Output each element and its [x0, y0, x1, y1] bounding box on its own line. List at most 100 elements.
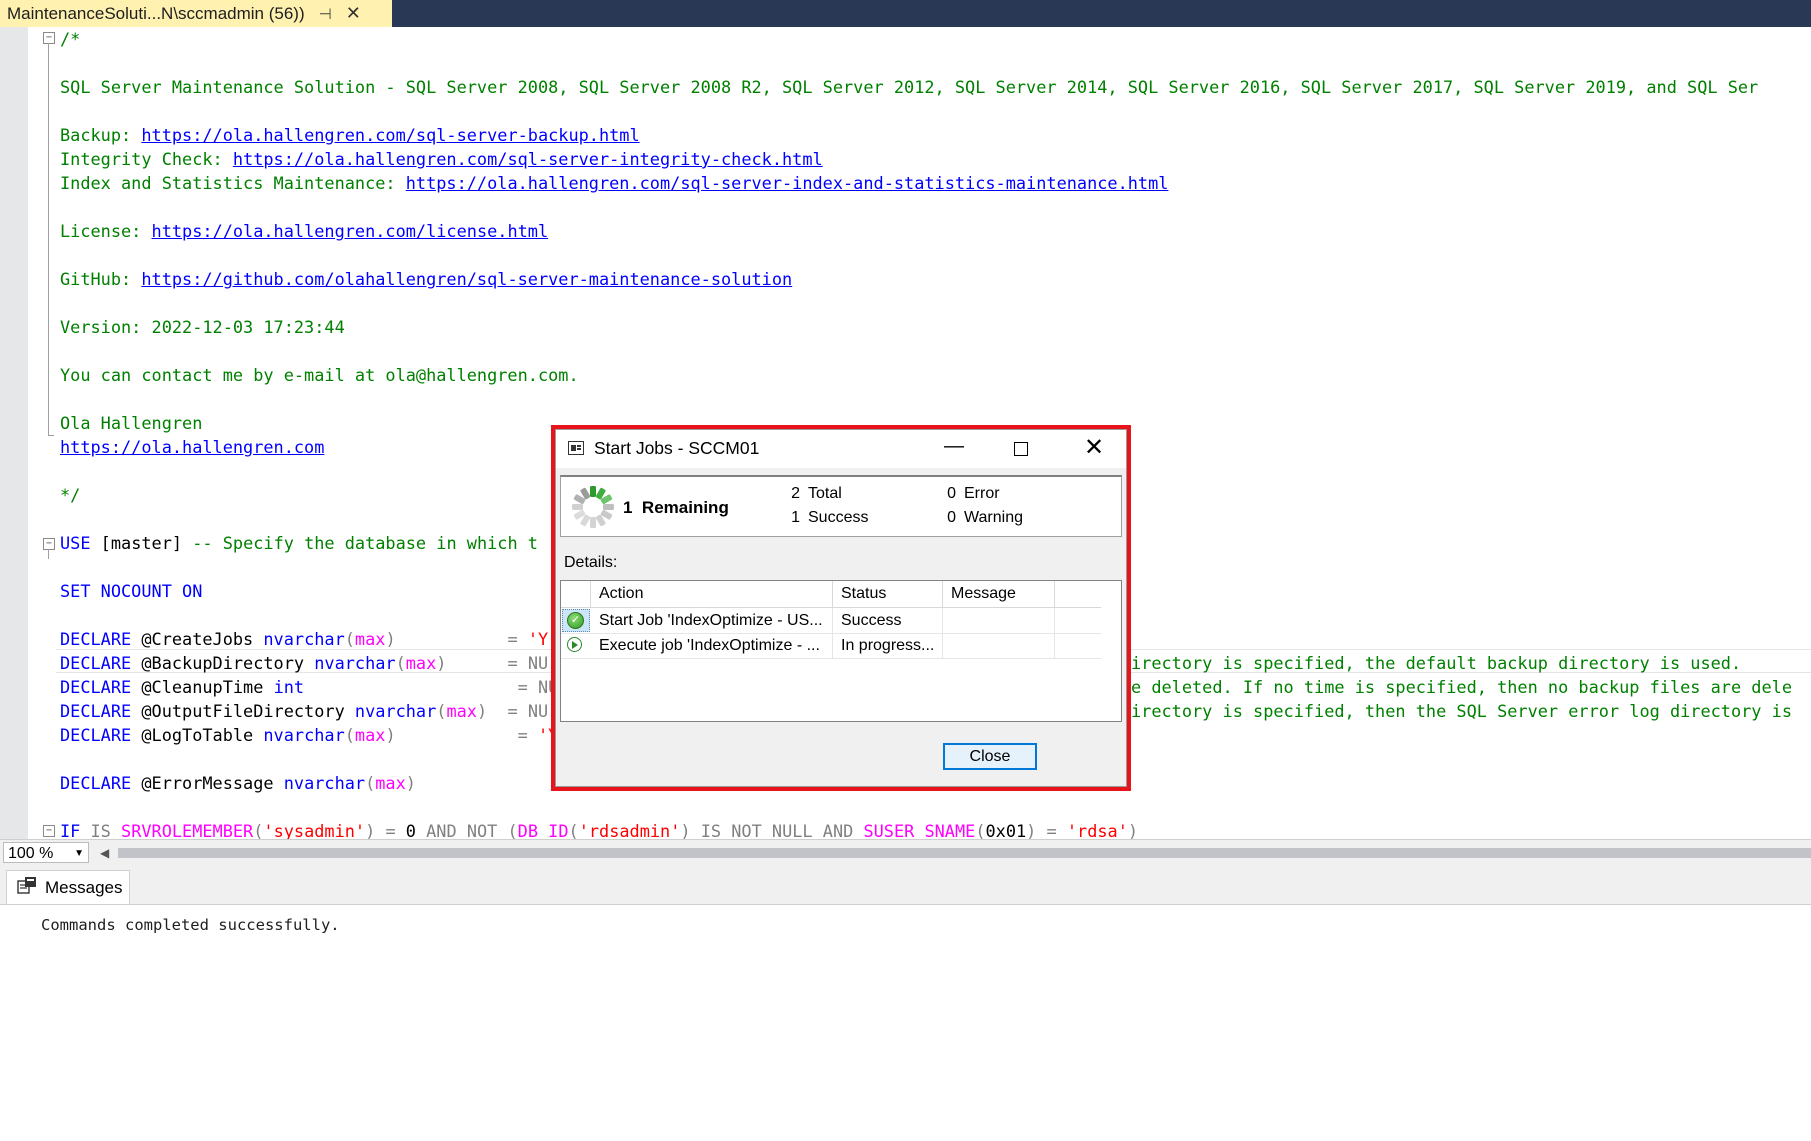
- version-line: Version: 2022-12-03 17:23:44: [60, 317, 345, 337]
- github-label: GitHub:: [60, 269, 142, 289]
- job-details-grid[interactable]: Action Status Message ✓ Start Job 'Index…: [560, 580, 1122, 722]
- is-not-null-keyword: IS NOT NULL AND: [690, 821, 864, 839]
- var-outputfiledirectory: @OutputFileDirectory: [131, 701, 355, 721]
- license-link[interactable]: https://ola.hallengren.com/license.html: [152, 221, 549, 241]
- row-action: Start Job 'IndexOptimize - US...: [591, 608, 833, 633]
- row-status: Success: [833, 608, 943, 633]
- results-tab-strip: Messages: [0, 866, 1811, 905]
- index-link[interactable]: https://ola.hallengren.com/sql-server-in…: [406, 173, 1169, 193]
- start-jobs-dialog: Start Jobs - SCCM01 — ✕ 1 Remaining 2To: [555, 429, 1127, 787]
- tab-messages[interactable]: Messages: [6, 870, 130, 904]
- outline-line: [48, 43, 49, 436]
- integrity-label: Integrity Check:: [60, 149, 233, 169]
- total-count: 2: [791, 485, 800, 502]
- max-keyword: max: [375, 773, 406, 793]
- close-icon[interactable]: ✕: [1084, 433, 1104, 462]
- column-header-action[interactable]: Action: [591, 581, 833, 607]
- backup-link[interactable]: https://ola.hallengren.com/sql-server-ba…: [141, 125, 639, 145]
- details-label: Details:: [564, 554, 618, 571]
- success-check-icon: ✓: [567, 612, 584, 629]
- remaining-label: Remaining: [641, 498, 729, 517]
- column-header-message[interactable]: Message: [943, 581, 1055, 607]
- value-outputfiledirectory: NU: [527, 701, 549, 721]
- dialog-titlebar[interactable]: Start Jobs - SCCM01 — ✕: [556, 430, 1126, 468]
- code-comment-start: /*: [60, 29, 81, 49]
- declare-keyword: DECLARE: [60, 725, 132, 745]
- assign-op: =: [395, 629, 528, 649]
- total-stat: 2 Total: [786, 485, 842, 503]
- is-keyword: IS: [80, 821, 122, 839]
- remaining-status: 1 Remaining: [623, 498, 729, 518]
- minimize-icon[interactable]: —: [944, 435, 964, 458]
- value-backupdirectory: NU: [527, 653, 549, 673]
- if-keyword: IF: [60, 821, 81, 839]
- zoom-dropdown[interactable]: 100 % ▼: [3, 842, 89, 863]
- dialog-title: Start Jobs - SCCM01: [594, 438, 760, 458]
- warning-label: Warning: [964, 509, 1023, 526]
- rdsadmin-string: 'rdsadmin': [578, 821, 681, 839]
- remaining-count: 1: [623, 498, 633, 517]
- warning-count: 0: [947, 509, 956, 526]
- outlining-column: [40, 27, 54, 839]
- contact-line: You can contact me by e-mail at ola@hall…: [60, 365, 579, 385]
- messages-output: Commands completed successfully.: [41, 916, 340, 934]
- declare-keyword: DECLARE: [60, 773, 132, 793]
- max-keyword: max: [354, 725, 386, 745]
- document-tab[interactable]: MaintenanceSoluti...N\sccmadmin (56)) ⊣ …: [0, 0, 392, 27]
- warning-stat: 0 Warning: [942, 509, 1023, 527]
- assign-op: =: [304, 677, 538, 697]
- row-message: [943, 608, 1055, 633]
- chevron-down-icon[interactable]: ▼: [74, 843, 84, 864]
- type-nvarchar: nvarchar: [283, 773, 366, 793]
- max-keyword: max: [405, 653, 437, 673]
- grid-header-icon-col: [561, 581, 591, 607]
- outline-end: [48, 435, 54, 436]
- collapse-toggle-comment[interactable]: −: [43, 32, 55, 44]
- horizontal-scrollbar[interactable]: [118, 848, 1811, 858]
- error-count: 0: [947, 485, 956, 502]
- assign-op: =: [487, 701, 528, 721]
- close-button[interactable]: Close: [943, 743, 1037, 770]
- column-header-status[interactable]: Status: [833, 581, 943, 607]
- scroll-left-icon[interactable]: ◀: [100, 846, 109, 860]
- suser-sname-fn: SUSER_SNAME: [863, 821, 976, 839]
- close-icon[interactable]: ✕: [346, 3, 361, 24]
- use-keyword: USE: [60, 533, 91, 553]
- type-nvarchar: nvarchar: [354, 701, 437, 721]
- code-header-line: SQL Server Maintenance Solution - SQL Se…: [60, 77, 1759, 97]
- license-label: License:: [60, 221, 152, 241]
- comment-outputfiledirectory: irectory is specified, then the SQL Serv…: [1131, 701, 1792, 721]
- results-pane: Messages Commands completed successfully…: [0, 866, 1811, 1141]
- integrity-link[interactable]: https://ola.hallengren.com/sql-server-in…: [233, 149, 823, 169]
- table-row[interactable]: ✓ Start Job 'IndexOptimize - US... Succe…: [561, 608, 1101, 634]
- and-not-keyword: AND NOT: [415, 821, 508, 839]
- window-icon: [568, 441, 584, 455]
- sysadmin-string: 'sysadmin': [263, 821, 366, 839]
- declare-keyword: DECLARE: [60, 677, 132, 697]
- declare-keyword: DECLARE: [60, 653, 132, 673]
- collapse-toggle-if[interactable]: −: [43, 825, 55, 837]
- outline-line: [48, 549, 49, 559]
- error-label: Error: [964, 485, 1000, 502]
- author-line: Ola Hallengren: [60, 413, 203, 433]
- grid-header: Action Status Message: [561, 581, 1101, 608]
- declare-keyword: DECLARE: [60, 629, 132, 649]
- use-comment: -- Specify the database in which t: [192, 533, 538, 553]
- document-tab-strip: MaintenanceSoluti...N\sccmadmin (56)) ⊣ …: [0, 0, 1811, 27]
- error-stat: 0 Error: [942, 485, 1000, 503]
- assign-op: =: [446, 653, 528, 673]
- maximize-icon[interactable]: [1014, 442, 1028, 456]
- hex-literal: 0x01: [985, 821, 1027, 839]
- table-row[interactable]: Execute job 'IndexOptimize - ... In prog…: [561, 633, 1101, 659]
- github-link[interactable]: https://github.com/olahallengren/sql-ser…: [141, 269, 792, 289]
- success-label: Success: [808, 509, 869, 526]
- collapse-toggle-use[interactable]: −: [43, 538, 55, 550]
- var-errormessage: @ErrorMessage: [131, 773, 284, 793]
- pin-icon[interactable]: ⊣: [319, 5, 332, 23]
- in-progress-icon: [567, 637, 582, 652]
- max-keyword: max: [354, 629, 386, 649]
- author-link[interactable]: https://ola.hallengren.com: [60, 437, 324, 457]
- success-stat: 1 Success: [786, 509, 868, 527]
- row-action: Execute job 'IndexOptimize - ...: [591, 633, 833, 658]
- type-int: int: [273, 677, 305, 697]
